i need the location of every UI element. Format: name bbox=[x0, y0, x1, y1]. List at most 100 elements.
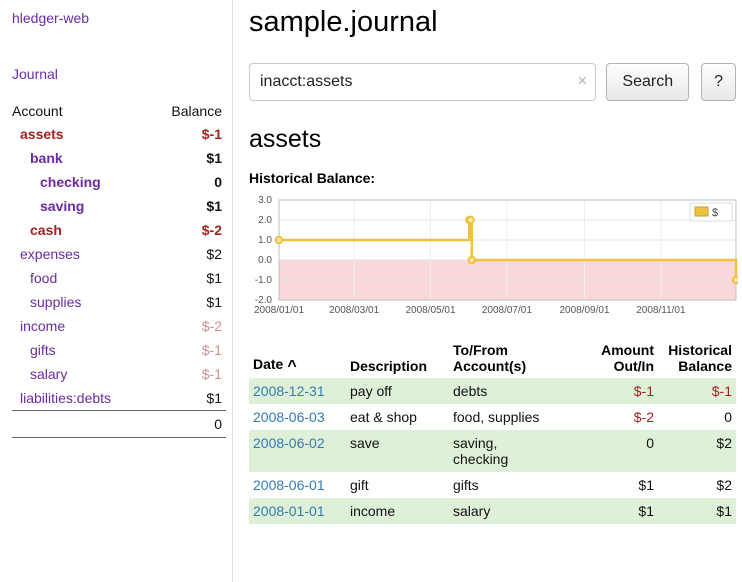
svg-text:2008/03/01: 2008/03/01 bbox=[329, 305, 379, 316]
account-link[interactable]: bank bbox=[30, 150, 63, 166]
accounts-header-row: Account Balance bbox=[12, 100, 226, 122]
account-heading: assets bbox=[249, 125, 736, 154]
account-link[interactable]: assets bbox=[20, 126, 64, 142]
account-balance: $-2 bbox=[150, 218, 226, 242]
account-row: cash $-2 bbox=[12, 218, 226, 242]
svg-text:2008/01/01: 2008/01/01 bbox=[254, 305, 304, 316]
svg-text:2008/09/01: 2008/09/01 bbox=[559, 305, 609, 316]
register-header-accounts: To/From Account(s) bbox=[449, 340, 582, 378]
transaction-description: gift bbox=[346, 472, 449, 498]
account-balance: $2 bbox=[150, 242, 226, 266]
transaction-date-link[interactable]: 2008-06-02 bbox=[253, 435, 325, 451]
register-table-body: 2008-12-31 pay off debts $-1 $-1 2008-06… bbox=[249, 378, 736, 524]
hledger-web-app: hledger-web Journal Account Balance asse… bbox=[0, 0, 742, 582]
transaction-amount: $-1 bbox=[582, 378, 658, 404]
chart-title: Historical Balance: bbox=[249, 170, 736, 186]
account-balance: $1 bbox=[150, 266, 226, 290]
date-header-label: Date bbox=[253, 356, 283, 372]
svg-text:3.0: 3.0 bbox=[258, 195, 272, 206]
account-balance: $1 bbox=[150, 290, 226, 314]
search-bar: × Search ? bbox=[249, 63, 736, 101]
account-balance: $-1 bbox=[150, 362, 226, 386]
account-link[interactable]: salary bbox=[30, 366, 67, 382]
account-row: expenses $2 bbox=[12, 242, 226, 266]
accounts-header-balance: Balance bbox=[150, 100, 226, 122]
transaction-date-link[interactable]: 2008-12-31 bbox=[253, 383, 325, 399]
transaction-accounts: gifts bbox=[449, 472, 582, 498]
transaction-amount: 0 bbox=[582, 430, 658, 472]
register-header-description: Description bbox=[346, 340, 449, 378]
transaction-date-link[interactable]: 2008-01-01 bbox=[253, 503, 325, 519]
account-link[interactable]: cash bbox=[30, 222, 62, 238]
help-button[interactable]: ? bbox=[701, 63, 736, 101]
account-row: gifts $-1 bbox=[12, 338, 226, 362]
register-header-balance: Historical Balance bbox=[658, 340, 736, 378]
svg-text:0.0: 0.0 bbox=[258, 255, 272, 266]
account-row: salary $-1 bbox=[12, 362, 226, 386]
account-link[interactable]: saving bbox=[40, 198, 84, 214]
account-balance: 0 bbox=[150, 170, 226, 194]
account-row: food $1 bbox=[12, 266, 226, 290]
accounts-total-balance: 0 bbox=[12, 411, 226, 438]
account-row: saving $1 bbox=[12, 194, 226, 218]
account-row: supplies $1 bbox=[12, 290, 226, 314]
account-row: bank $1 bbox=[12, 146, 226, 170]
account-row: income $-2 bbox=[12, 314, 226, 338]
account-balance: $1 bbox=[150, 386, 226, 411]
register-header-amount: Amount Out/In bbox=[582, 340, 658, 378]
accounts-table: Account Balance assets $-1 bank $1 check… bbox=[12, 100, 226, 438]
account-balance: $-1 bbox=[150, 338, 226, 362]
transaction-accounts: food, supplies bbox=[449, 404, 582, 430]
account-link[interactable]: food bbox=[30, 270, 57, 286]
accounts-total-row: 0 bbox=[12, 411, 226, 438]
search-input[interactable] bbox=[249, 63, 596, 101]
transaction-accounts: saving, checking bbox=[449, 430, 582, 472]
transaction-date-link[interactable]: 2008-06-01 bbox=[253, 477, 325, 493]
clear-search-icon[interactable]: × bbox=[577, 72, 587, 89]
svg-text:2008/05/01: 2008/05/01 bbox=[405, 305, 455, 316]
account-link[interactable]: expenses bbox=[20, 246, 80, 262]
account-balance: $1 bbox=[150, 146, 226, 170]
account-link[interactable]: supplies bbox=[30, 294, 81, 310]
svg-text:2.0: 2.0 bbox=[258, 215, 272, 226]
register-table: Date^ Description To/From Account(s) Amo… bbox=[249, 340, 736, 524]
main-content: sample.journal × Search ? assets Histori… bbox=[233, 0, 742, 582]
transaction-row: 2008-06-03 eat & shop food, supplies $-2… bbox=[249, 404, 736, 430]
account-balance: $1 bbox=[150, 194, 226, 218]
search-button[interactable]: Search bbox=[606, 63, 689, 101]
account-link[interactable]: liabilities:debts bbox=[20, 390, 111, 406]
sidebar: hledger-web Journal Account Balance asse… bbox=[0, 0, 233, 582]
account-balance: $-2 bbox=[150, 314, 226, 338]
svg-text:2008/11/01: 2008/11/01 bbox=[636, 305, 686, 316]
transaction-date-link[interactable]: 2008-06-03 bbox=[253, 409, 325, 425]
accounts-table-body: assets $-1 bank $1 checking 0 saving $1 … bbox=[12, 122, 226, 411]
account-row: checking 0 bbox=[12, 170, 226, 194]
account-link[interactable]: income bbox=[20, 318, 65, 334]
register-header-row: Date^ Description To/From Account(s) Amo… bbox=[249, 340, 736, 378]
transaction-accounts: debts bbox=[449, 378, 582, 404]
transaction-balance: 0 bbox=[658, 404, 736, 430]
page-title: sample.journal bbox=[249, 6, 736, 39]
transaction-description: save bbox=[346, 430, 449, 472]
transaction-amount: $1 bbox=[582, 498, 658, 524]
sidebar-item-journal[interactable]: Journal bbox=[12, 66, 232, 82]
transaction-balance: $2 bbox=[658, 430, 736, 472]
transaction-balance: $1 bbox=[658, 498, 736, 524]
account-row: assets $-1 bbox=[12, 122, 226, 146]
account-link[interactable]: gifts bbox=[30, 342, 56, 358]
account-link[interactable]: checking bbox=[40, 174, 101, 190]
transaction-row: 2008-06-01 gift gifts $1 $2 bbox=[249, 472, 736, 498]
transaction-row: 2008-06-02 save saving, checking 0 $2 bbox=[249, 430, 736, 472]
transaction-description: eat & shop bbox=[346, 404, 449, 430]
svg-text:1.0: 1.0 bbox=[258, 235, 272, 246]
transaction-row: 2008-01-01 income salary $1 $1 bbox=[249, 498, 736, 524]
sort-ascending-icon: ^ bbox=[287, 358, 296, 375]
app-title-link[interactable]: hledger-web bbox=[12, 10, 232, 26]
transaction-balance: $2 bbox=[658, 472, 736, 498]
transaction-balance: $-1 bbox=[658, 378, 736, 404]
svg-text:2008/07/01: 2008/07/01 bbox=[482, 305, 532, 316]
register-header-date[interactable]: Date^ bbox=[249, 340, 346, 378]
transaction-amount: $-2 bbox=[582, 404, 658, 430]
account-row: liabilities:debts $1 bbox=[12, 386, 226, 411]
transaction-description: pay off bbox=[346, 378, 449, 404]
